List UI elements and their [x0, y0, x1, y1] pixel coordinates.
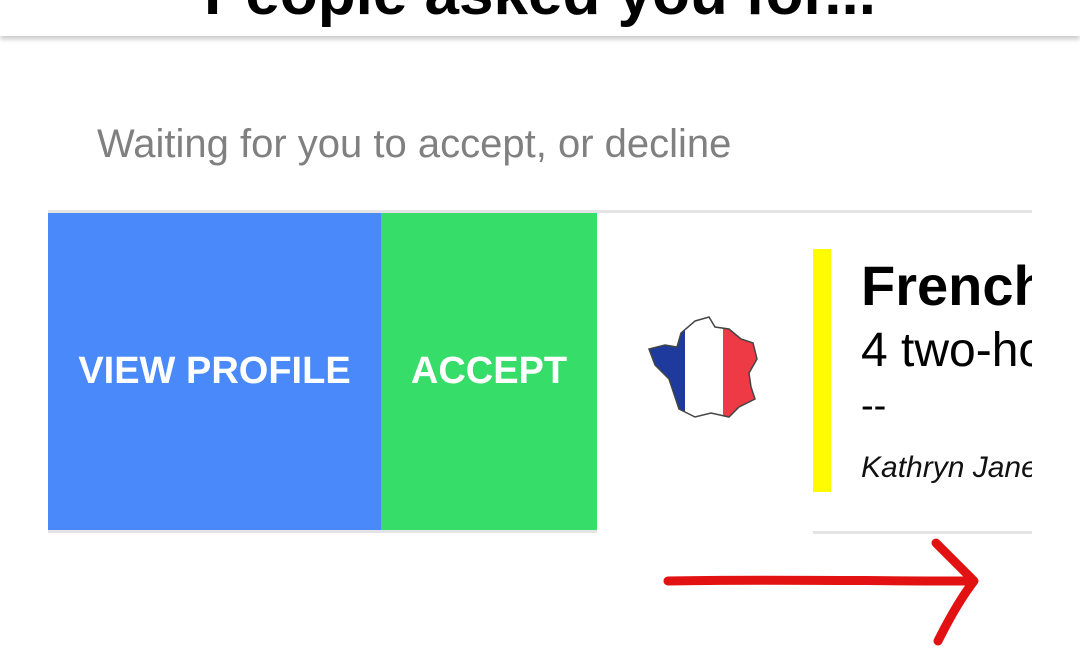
request-title: French — [861, 254, 1032, 317]
app-header: People asked you for... — [0, 0, 1080, 36]
accent-bar — [813, 249, 831, 492]
card-divider — [813, 531, 1032, 534]
page-title: People asked you for... — [0, 0, 1080, 25]
requester-name: Kathryn Jane — [861, 451, 1032, 484]
france-flag-icon — [648, 316, 758, 418]
accept-button[interactable]: ACCEPT — [381, 213, 597, 530]
request-card[interactable]: French 4 two-ho -- Kathryn Jane — [597, 213, 1032, 531]
right-arrow-icon — [663, 538, 979, 646]
section-subtitle: Waiting for you to accept, or decline — [97, 122, 732, 166]
view-profile-button[interactable]: VIEW PROFILE — [48, 213, 381, 530]
request-note: -- — [861, 385, 887, 427]
request-details: 4 two-ho — [861, 324, 1032, 377]
actions-divider — [48, 530, 597, 533]
